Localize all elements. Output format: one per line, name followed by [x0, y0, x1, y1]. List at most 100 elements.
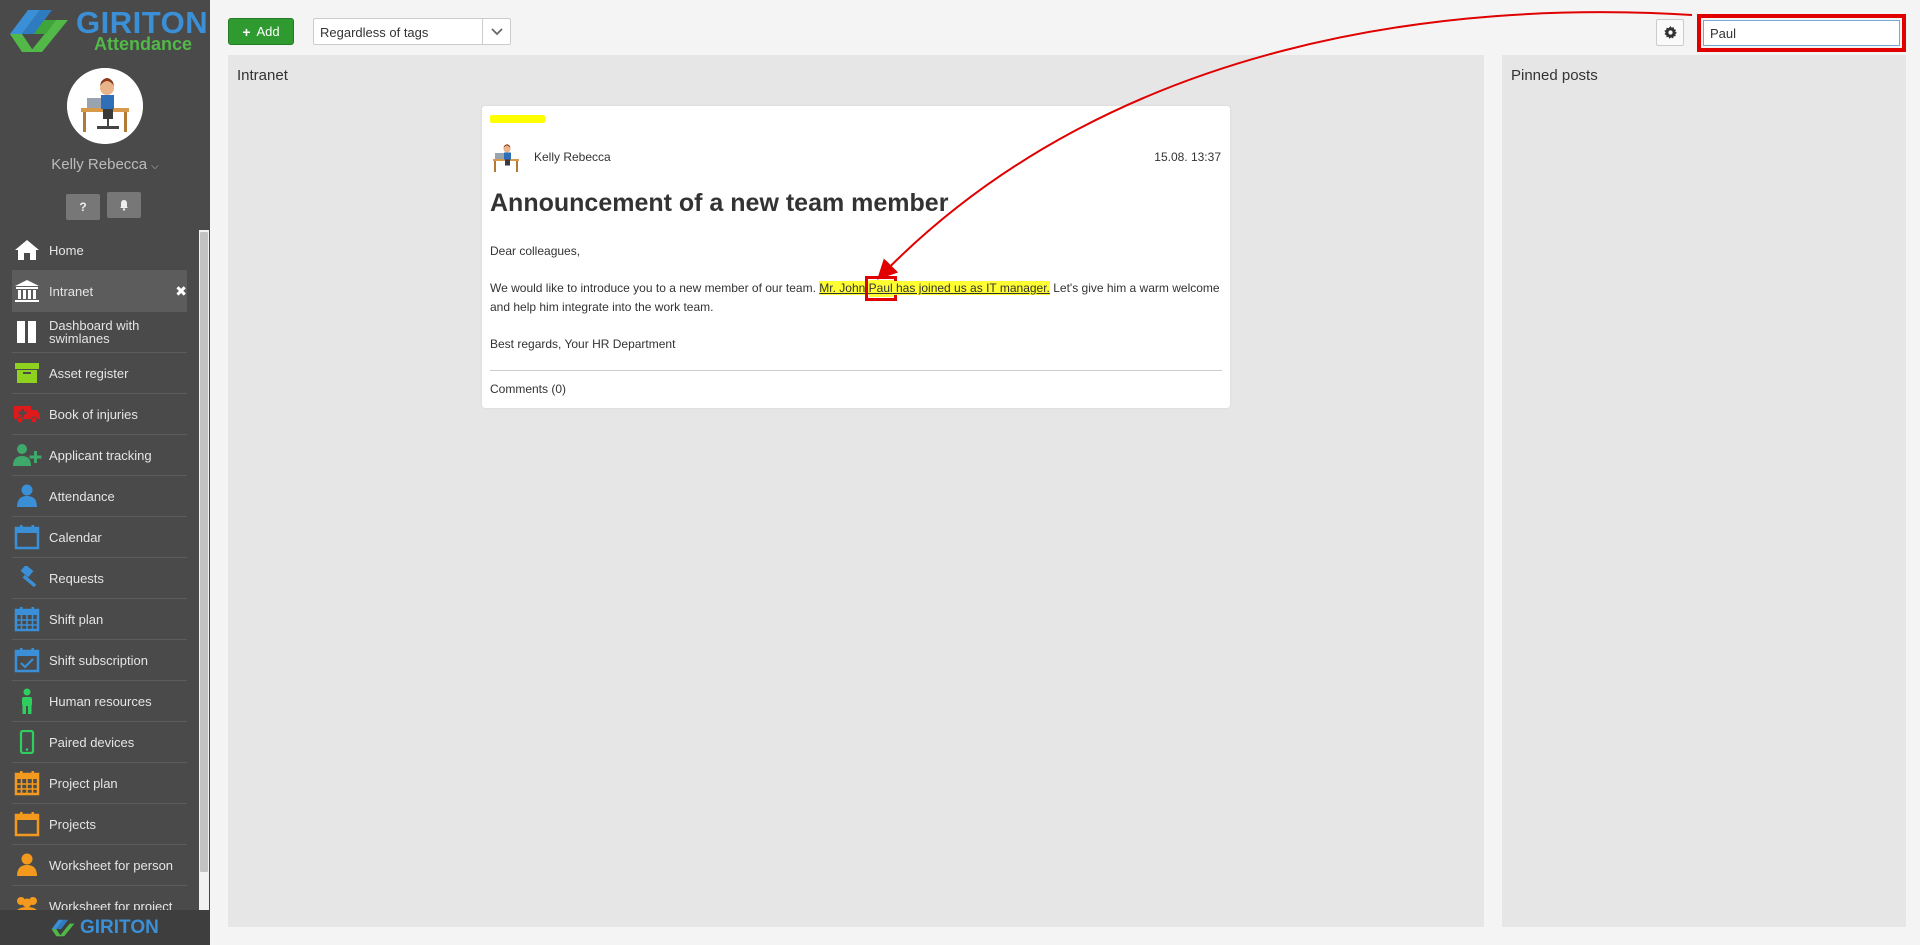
pinned-posts-panel: Pinned posts	[1502, 55, 1906, 927]
post-tag-label[interactable]	[490, 115, 545, 123]
sidebar-item-projects[interactable]: Projects	[12, 804, 187, 845]
person-icon	[12, 688, 42, 714]
building-icon	[12, 278, 42, 304]
sidebar: GIRITON Attendance Kelly Rebecca ⌵ ? Home…	[0, 0, 210, 945]
logo[interactable]: GIRITON Attendance	[0, 0, 210, 58]
sidebar-item-applicant-tracking[interactable]: Applicant tracking	[12, 435, 187, 476]
user-name: Kelly Rebecca	[51, 156, 148, 173]
post-paragraph: We would like to introduce you to a new …	[490, 276, 1220, 317]
help-button[interactable]: ?	[66, 194, 100, 220]
search-input[interactable]	[1703, 20, 1900, 46]
settings-button[interactable]	[1656, 19, 1684, 46]
close-icon[interactable]: ✖	[175, 283, 187, 300]
bottom-logo: GIRITON	[0, 910, 210, 945]
page-title: Intranet	[237, 67, 288, 84]
add-button[interactable]: + Add	[228, 18, 294, 45]
tag-filter-select[interactable]: Regardless of tags	[313, 18, 511, 45]
sidebar-item-home[interactable]: Home	[12, 230, 187, 271]
sidebar-item-label: Shift subscription	[49, 652, 148, 668]
tag-filter-value: Regardless of tags	[320, 25, 429, 40]
sidebar-item-label: Worksheet for project	[49, 898, 173, 911]
plus-icon: +	[242, 23, 251, 40]
sidebar-item-label: Dashboard with swimlanes	[49, 318, 140, 346]
ambulance-icon	[12, 401, 42, 427]
search-highlight-before: Mr. John	[819, 281, 869, 295]
person-at-desk-icon	[493, 144, 519, 172]
sidebar-item-label: Project plan	[49, 775, 118, 791]
calendar-icon	[12, 811, 42, 837]
sidebar-item-project-plan[interactable]: Project plan	[12, 763, 187, 804]
users-icon	[12, 893, 42, 910]
sidebar-item-label: Intranet	[49, 283, 94, 299]
calendar-grid-icon	[12, 606, 42, 632]
user-name-dropdown[interactable]: Kelly Rebecca ⌵	[0, 156, 210, 173]
sidebar-nav: Home Intranet ✖ Dashboard with swimlanes Ass…	[12, 230, 187, 910]
post-greeting: Dear colleagues,	[490, 244, 581, 258]
sidebar-scrollbar[interactable]	[199, 230, 209, 910]
sidebar-item-attendance[interactable]: Attendance	[12, 476, 187, 517]
calendar-check-icon	[12, 647, 42, 673]
tag-filter-dropdown-toggle[interactable]	[482, 19, 510, 44]
question-icon: ?	[79, 200, 87, 214]
post-title: Announcement of a new team member	[490, 189, 949, 217]
home-icon	[12, 237, 42, 263]
sidebar-item-label: Asset register	[49, 365, 129, 381]
sidebar-item-label: Requests	[49, 570, 104, 586]
sidebar-item-asset-register[interactable]: Asset register	[12, 353, 187, 394]
sidebar-item-shift-subscription[interactable]: Shift subscription	[12, 640, 187, 681]
sidebar-item-book-of-injuries[interactable]: Book of injuries	[12, 394, 187, 435]
sidebar-item-label: Shift plan	[49, 611, 104, 627]
pinned-posts-title: Pinned posts	[1511, 67, 1598, 84]
sidebar-item-shift-plan[interactable]: Shift plan	[12, 599, 187, 640]
sidebar-item-calendar[interactable]: Calendar	[12, 517, 187, 558]
sidebar-item-dashboard-with-swimlanes[interactable]: Dashboard with swimlanes	[12, 312, 187, 353]
user-icon	[12, 483, 42, 509]
user-avatar[interactable]	[67, 68, 143, 144]
post-closing: Best regards, Your HR Department	[490, 337, 676, 351]
logo-subtitle: Attendance	[94, 34, 193, 54]
bottom-logo-text: GIRITON	[80, 917, 159, 938]
post-card: Kelly Rebecca 15.08. 13:37 Announcement …	[482, 106, 1230, 408]
gavel-icon	[12, 565, 42, 591]
post-author[interactable]: Kelly Rebecca	[534, 150, 611, 164]
giriton-logo-icon	[51, 919, 75, 937]
sidebar-item-label: Human resources	[49, 693, 152, 709]
sidebar-item-label: Book of injuries	[49, 406, 138, 422]
search-highlight-box	[1697, 14, 1906, 52]
sidebar-item-worksheet-for-person[interactable]: Worksheet for person	[12, 845, 187, 886]
search-highlight-after: has joined us as IT manager.	[892, 281, 1050, 295]
post-text-before: We would like to introduce you to a new …	[490, 281, 820, 295]
sidebar-item-label: Applicant tracking	[49, 447, 152, 463]
sidebar-item-label: Calendar	[49, 529, 102, 545]
sidebar-item-worksheet-for-project[interactable]: Worksheet for project	[12, 886, 187, 910]
sidebar-item-paired-devices[interactable]: Paired devices	[12, 722, 187, 763]
chevron-down-icon	[490, 27, 503, 35]
calendar-grid-icon	[12, 770, 42, 796]
sidebar-item-human-resources[interactable]: Human resources	[12, 681, 187, 722]
sidebar-item-label: Worksheet for person	[49, 857, 174, 873]
sidebar-item-label: Projects	[49, 816, 96, 832]
calendar-icon	[12, 524, 42, 550]
sidebar-item-label: Paired devices	[49, 734, 135, 750]
person-at-desk-icon	[67, 68, 143, 144]
gear-icon	[1663, 26, 1677, 39]
mobile-icon	[12, 729, 42, 755]
columns-icon	[12, 319, 42, 345]
chevron-down-icon: ⌵	[151, 161, 159, 172]
comments-link[interactable]: Comments (0)	[490, 382, 566, 396]
notifications-button[interactable]	[107, 192, 141, 218]
bell-icon	[120, 200, 128, 211]
post-author-avatar	[491, 142, 521, 174]
sidebar-item-requests[interactable]: Requests	[12, 558, 187, 599]
add-button-label: Add	[256, 24, 280, 39]
post-body: Dear colleagues, We would like to introd…	[490, 242, 1220, 372]
post-date: 15.08. 13:37	[1154, 150, 1221, 164]
divider	[490, 370, 1222, 371]
user-icon	[12, 852, 42, 878]
scrollbar-thumb[interactable]	[200, 232, 208, 872]
archive-icon	[12, 360, 42, 386]
user-plus-icon	[12, 442, 42, 468]
sidebar-item-label: Attendance	[49, 488, 115, 504]
sidebar-item-intranet[interactable]: Intranet ✖	[12, 271, 187, 312]
giriton-logo-icon	[10, 10, 68, 52]
